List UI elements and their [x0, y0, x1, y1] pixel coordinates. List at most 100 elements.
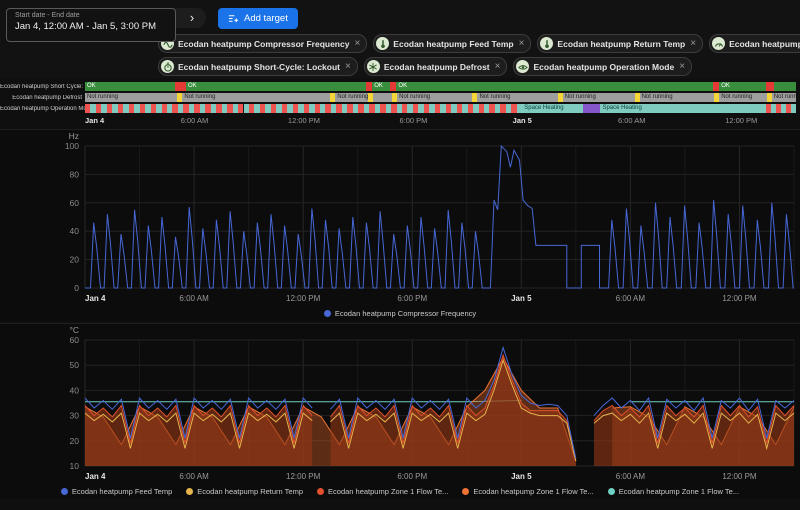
y-axis-label: 20	[70, 436, 80, 446]
timeline-segment[interactable]	[174, 82, 186, 91]
y-axis-label: 60	[70, 198, 80, 208]
date-range-field[interactable]: Start date - End date Jan 4, 12:00 AM - …	[6, 8, 176, 42]
y-axis-label: 100	[65, 141, 79, 151]
timeline-segment[interactable]	[766, 82, 774, 91]
add-target-icon	[228, 13, 239, 24]
chip-label: Ecodan heatpump Short-Cycle: Lockout	[178, 61, 340, 72]
x-axis-label: 6:00 AM	[616, 472, 646, 481]
timeline-axis-label: Jan 4	[85, 116, 105, 125]
date-range-label: Start date - End date	[15, 12, 80, 19]
timeline-segment[interactable]: OK	[372, 82, 390, 91]
timeline-segment[interactable]: Not running	[335, 93, 368, 102]
chip-label: Ecodan heatpump Feed Temp	[393, 38, 514, 49]
filter-chip[interactable]: Ecodan heatpump Defrost ×	[363, 57, 508, 76]
timeline-axis-label: 6:00 AM	[617, 116, 646, 125]
timeline-segment[interactable]: Space Heating	[522, 104, 583, 113]
timeline-segment[interactable]: Not running	[85, 93, 178, 102]
y-axis-label: 50	[70, 360, 80, 370]
timeline-segment[interactable]: OK	[396, 82, 713, 91]
filter-chip[interactable]: Ecodan heatpump Zone 1 Flow Temp×	[709, 34, 800, 53]
legend-dot-icon	[462, 488, 470, 495]
date-range-value: Jan 4, 12:00 AM - Jan 5, 3:00 PM	[15, 21, 156, 32]
timeline-row-label: Ecodan heatpump Defrost	[12, 94, 82, 101]
chip-label: Ecodan heatpump Return Temp	[557, 38, 686, 49]
x-axis-label: 6:00 AM	[179, 294, 209, 303]
timeline-segment[interactable]: OK	[185, 82, 366, 91]
eye-icon	[516, 60, 530, 73]
timeline-axis: Jan 4 6:00 AM 12:00 PM 6:00 PM Jan 5 6:00 AM 1…	[85, 115, 796, 127]
timeline-row-bar: Space Heating Space Heating	[85, 104, 796, 113]
timeline-segment[interactable]	[791, 104, 796, 113]
filter-chip[interactable]: Ecodan heatpump Short-Cycle: Lockout ×	[158, 57, 358, 76]
timeline-axis-label: Jan 5	[512, 116, 532, 125]
legend-item[interactable]: Ecodan heatpump Feed Temp	[60, 487, 172, 496]
axis-unit-label: °C	[69, 325, 79, 335]
legend-item[interactable]: Ecodan heatpump Zone 1 Flow Te...	[317, 487, 448, 496]
timeline-segment[interactable]: Not running	[639, 93, 715, 102]
chip-close-icon[interactable]: ×	[495, 61, 501, 72]
gauge-icon	[712, 37, 726, 50]
timeline-segment[interactable]	[372, 93, 393, 102]
timeline-segment[interactable]: Space Heating	[600, 104, 767, 113]
timeline-segment[interactable]: OK	[85, 82, 175, 91]
y-axis-label: 20	[70, 255, 80, 265]
thermometer-icon	[540, 37, 554, 50]
add-target-button[interactable]: Add target	[218, 7, 298, 29]
x-axis-label: 6:00 AM	[616, 294, 646, 303]
legend-item[interactable]: Ecodan heatpump Zone 1 Flow Te...	[607, 487, 739, 496]
header-bar: Start date - End date Jan 4, 12:00 AM - …	[0, 0, 800, 78]
legend-item[interactable]: Ecodan heatpump Zone 1 Flow Te...	[462, 487, 594, 496]
y-axis-label: 40	[70, 226, 80, 236]
temperatures-chart[interactable]: 10 20 30 40 50 60°C Jan 4 6:00 AM 12:00 PM 6:00 P…	[0, 324, 800, 484]
timeline-axis-label: 6:00 PM	[399, 116, 428, 125]
y-axis-label: 80	[70, 169, 80, 179]
temperature-chart-panel: 10 20 30 40 50 60 °C Jan 4 6:00 AM 12:00 PM 6:00 P…	[0, 323, 800, 499]
chip-close-icon[interactable]: ×	[345, 61, 351, 72]
timeline-segment[interactable]: Not running	[477, 93, 558, 102]
timeline-axis-label: 12:00 PM	[287, 116, 321, 125]
chip-label: Ecodan heatpump Operation Mode	[533, 61, 675, 72]
x-axis-label: Jan 5	[511, 294, 532, 303]
filter-chip[interactable]: Ecodan heatpump Operation Mode ×	[513, 57, 693, 76]
frequency-chart-legend: Ecodan heatpump Compressor Frequency	[0, 306, 800, 321]
timeline-segment[interactable]: OK	[719, 82, 767, 91]
chip-close-icon[interactable]: ×	[679, 61, 685, 72]
timer-icon	[161, 60, 174, 73]
target-chips-row-1: Ecodan heatpump Compressor Frequency × Eco…	[158, 34, 800, 53]
y-axis-label: 60	[70, 335, 80, 345]
legend-item[interactable]: Ecodan heatpump Compressor Frequency	[323, 309, 476, 318]
legend-dot-icon	[317, 488, 325, 495]
legend-dot-icon	[323, 310, 331, 317]
x-axis-label: Jan 4	[85, 472, 106, 481]
header-controls: ‹ › Add target Ecodan heatpump Compresso…	[158, 6, 800, 76]
timeline-segment[interactable]: Not running	[562, 93, 635, 102]
timeline-segment[interactable]: Not running	[397, 93, 473, 102]
filter-chip[interactable]: Ecodan heatpump Return Temp ×	[537, 34, 704, 53]
timeline-segment[interactable]: Not running	[182, 93, 331, 102]
temperature-chart-legend: Ecodan heatpump Feed Temp Ecodan heatpump…	[0, 484, 800, 499]
legend-label: Ecodan heatpump Return Temp	[197, 487, 304, 496]
timeline-row-label: Ecodan heatpump Short Cycle: L...	[0, 83, 85, 90]
add-target-label: Add target	[244, 12, 288, 24]
axis-unit-label: Hz	[69, 131, 79, 141]
chip-label: Ecodan heatpump Compressor Frequency	[178, 38, 350, 49]
legend-dot-icon	[60, 488, 68, 495]
timeline-segment[interactable]: Not running	[771, 93, 796, 102]
chip-close-icon[interactable]: ×	[519, 38, 525, 49]
series-line	[85, 144, 794, 289]
filter-chip[interactable]: Ecodan heatpump Compressor Frequency ×	[158, 34, 368, 53]
timeline-segment[interactable]	[773, 82, 796, 91]
legend-item[interactable]: Ecodan heatpump Return Temp	[186, 487, 303, 496]
timeline-segment[interactable]: Not running	[719, 93, 767, 102]
y-axis-label: 0	[74, 283, 79, 293]
timeline-segment[interactable]	[582, 104, 601, 113]
x-axis-label: Jan 4	[85, 294, 106, 303]
next-period-button[interactable]: ›	[182, 8, 202, 28]
chip-close-icon[interactable]: ×	[354, 38, 360, 49]
chip-close-icon[interactable]: ×	[690, 38, 696, 49]
filter-chip[interactable]: Ecodan heatpump Feed Temp ×	[373, 34, 532, 53]
state-timeline: Ecodan heatpump Short Cycle: L... OK OK OK O…	[0, 82, 800, 113]
compressor-frequency-chart[interactable]: 0 20 40 60 80 100Hz Jan 4 6:00 AM 12:00 PM 6:00 P…	[0, 130, 800, 306]
x-axis-label: 12:00 PM	[722, 294, 757, 303]
thermometer-icon	[376, 37, 390, 50]
